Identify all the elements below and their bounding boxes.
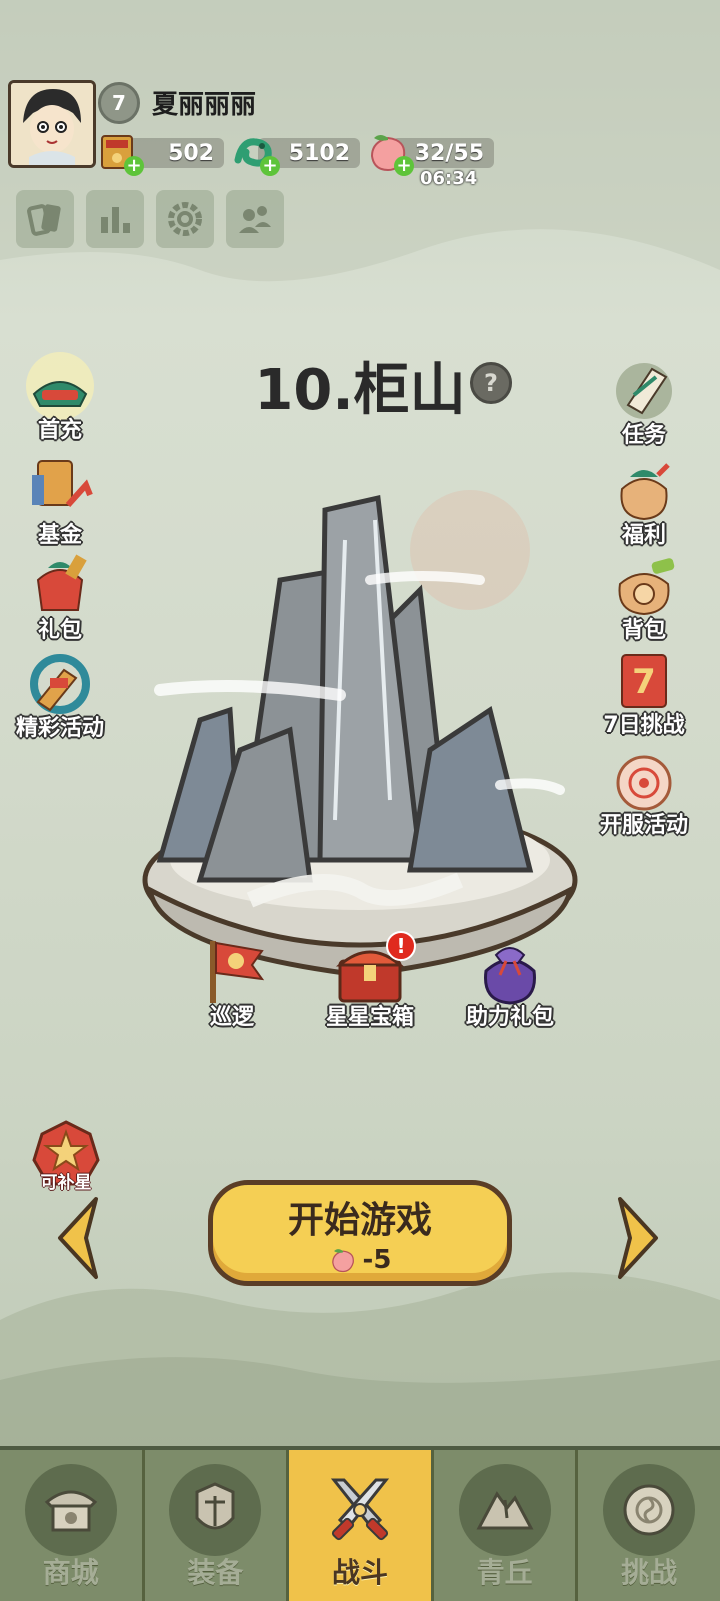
start-game-button[interactable]: 开始游戏 -5: [208, 1180, 512, 1286]
player-avatar[interactable]: [8, 80, 96, 168]
fund-button[interactable]: 基金: [10, 455, 110, 551]
start-game-cost: -5: [329, 1245, 392, 1275]
start-game-cost-value: -5: [362, 1245, 392, 1275]
stamina-timer: 06:34: [420, 168, 478, 189]
player-name: 夏丽丽丽: [152, 90, 257, 120]
crossed-swords-icon: [330, 1478, 390, 1541]
nav-shop[interactable]: 商城: [0, 1450, 145, 1601]
settings-button[interactable]: [156, 190, 214, 248]
events-button[interactable]: 精彩活动: [10, 648, 110, 744]
add-jade-icon[interactable]: +: [260, 156, 280, 176]
nav-battle[interactable]: 战斗: [289, 1450, 434, 1601]
jade-dragon-icon[interactable]: +: [232, 130, 280, 176]
star-make-up-label: 可补星: [40, 1173, 92, 1193]
svg-text:7: 7: [632, 662, 656, 702]
nav-equipment[interactable]: 装备: [145, 1450, 290, 1601]
next-stage-button[interactable]: [612, 1195, 664, 1281]
gift-pack-button[interactable]: 礼包: [10, 550, 110, 646]
star-chest-alert-badge: !: [386, 931, 416, 961]
ticket-icon[interactable]: +: [96, 130, 144, 176]
cards-button[interactable]: [16, 190, 74, 248]
cards-icon: [27, 204, 61, 236]
backpack-button[interactable]: 背包: [594, 550, 694, 646]
add-stamina-icon[interactable]: +: [394, 156, 414, 176]
chevron-left-icon: [58, 1197, 98, 1279]
chevron-right-icon: [618, 1197, 658, 1279]
add-ticket-icon[interactable]: +: [124, 156, 144, 176]
welfare-button[interactable]: 福利: [594, 455, 694, 551]
support-gift-bag-icon: [484, 947, 536, 1005]
start-game-label: 开始游戏: [287, 1200, 432, 1241]
question-icon[interactable]: ?: [470, 362, 512, 404]
nav-qingqiu[interactable]: 青丘: [434, 1450, 579, 1601]
friends-icon: [239, 206, 271, 233]
star-chest-button[interactable]: 星星宝箱 !: [310, 931, 430, 1035]
ranking-icon: [101, 207, 130, 233]
challenge-drum-icon: [623, 1484, 675, 1536]
peach-icon: [331, 1249, 354, 1273]
bottom-navigation: 商城 装备 战斗 青丘 挑战: [0, 1446, 720, 1601]
armor-icon: [195, 1482, 235, 1530]
settings-icon: [168, 202, 202, 236]
seven-day-challenge-button[interactable]: 7 7日挑战: [594, 645, 694, 741]
shop-icon: [44, 1490, 98, 1532]
server-launch-button[interactable]: 开服活动: [594, 745, 694, 841]
friends-button[interactable]: [226, 190, 284, 248]
mountain-icon: [476, 1491, 534, 1530]
ranking-button[interactable]: [86, 190, 144, 248]
peach-icon[interactable]: +: [366, 130, 414, 176]
star-make-up-button[interactable]: 可补星: [28, 1118, 104, 1194]
first-recharge-button[interactable]: 首充: [10, 350, 110, 446]
previous-stage-button[interactable]: [52, 1195, 104, 1281]
player-level-badge: 7: [98, 82, 140, 124]
tasks-button[interactable]: 任务: [594, 355, 694, 451]
support-gift-button[interactable]: 助力礼包: [450, 935, 570, 1035]
patrol-flag-icon: [210, 941, 265, 1003]
nav-challenge[interactable]: 挑战: [578, 1450, 720, 1601]
patrol-button[interactable]: 巡逻: [172, 935, 292, 1035]
